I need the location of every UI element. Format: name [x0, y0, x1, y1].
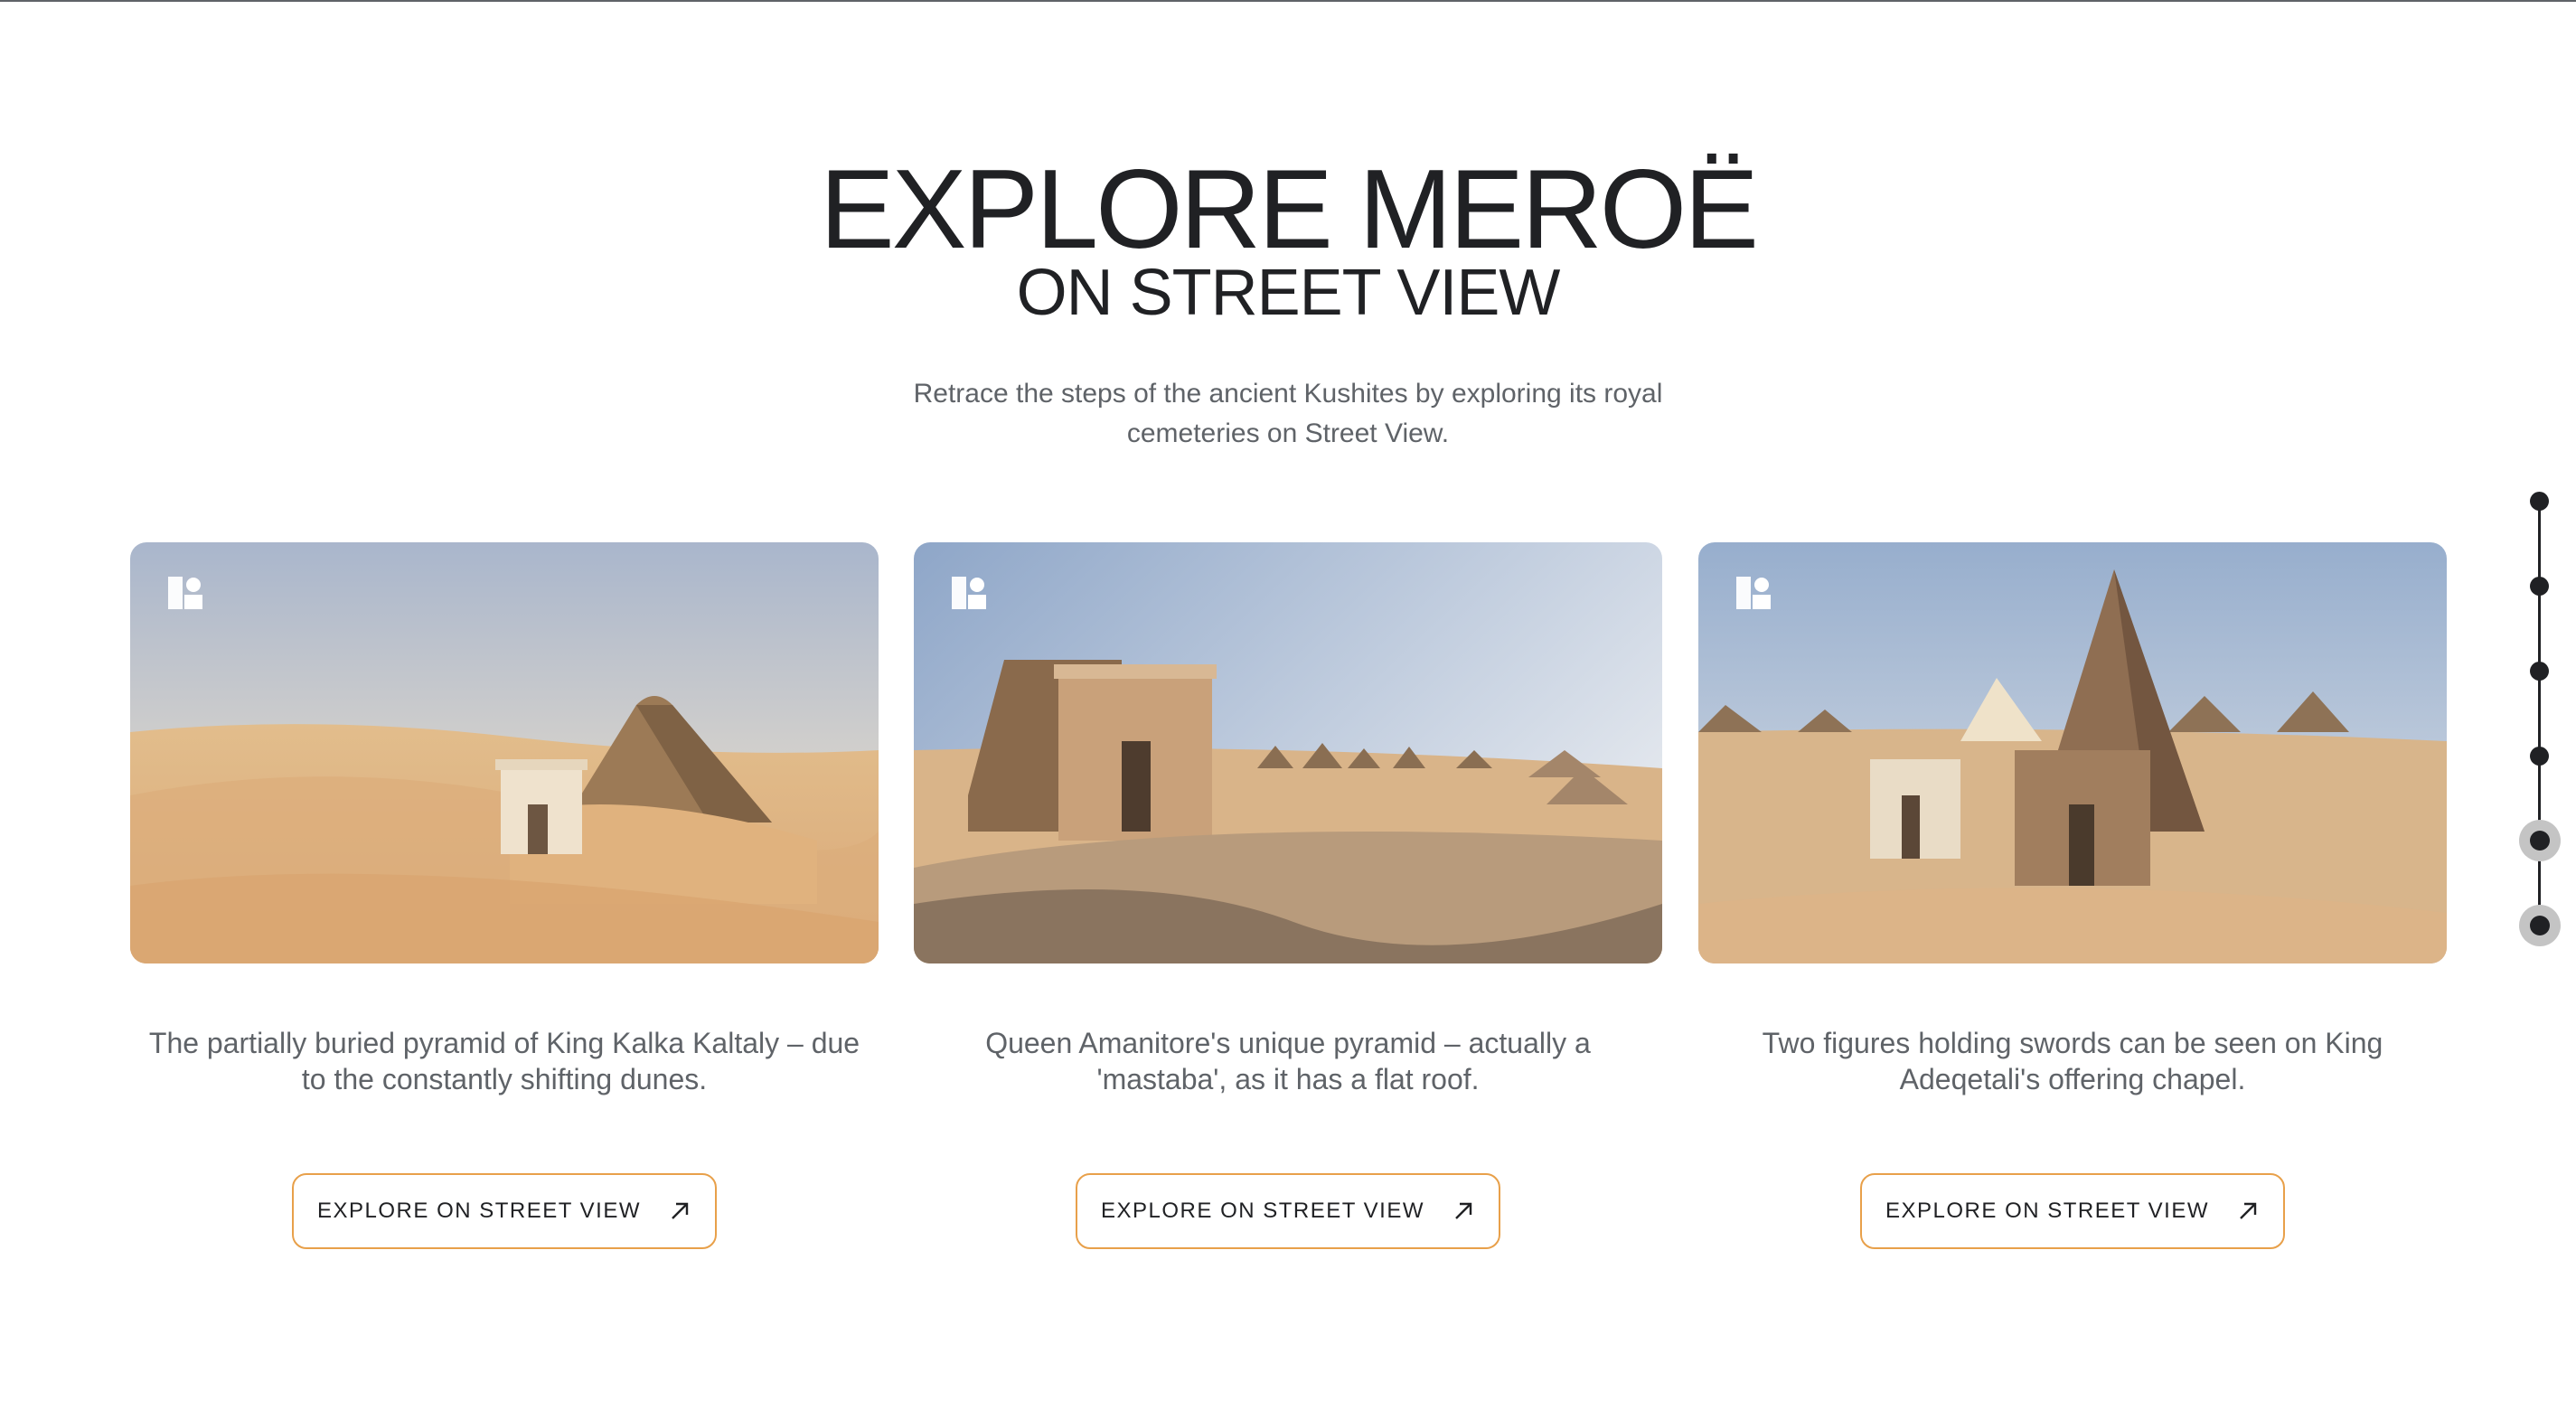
street-view-icon — [1733, 573, 1772, 613]
pyramid-chapel-image — [1698, 542, 2447, 964]
progress-dot-6[interactable] — [2519, 905, 2561, 946]
progress-dot-3[interactable] — [2530, 662, 2549, 681]
intro-text: Retrace the steps of the ancient Kushite… — [913, 379, 1663, 448]
button-label: EXPLORE ON STREET VIEW — [1101, 1198, 1424, 1223]
page-title: EXPLORE MEROË — [820, 147, 1759, 272]
button-label: EXPLORE ON STREET VIEW — [317, 1198, 641, 1223]
desert-pyramid-image — [130, 542, 879, 964]
button-label: EXPLORE ON STREET VIEW — [1885, 1198, 2209, 1223]
street-view-cards: The partially buried pyramid of King Kal… — [130, 542, 2449, 1265]
street-view-icon — [948, 573, 988, 613]
card-photo-kalka-kaltaly[interactable] — [130, 542, 879, 964]
progress-dot-4[interactable] — [2530, 747, 2549, 766]
explore-street-view-button[interactable]: EXPLORE ON STREET VIEW — [292, 1173, 717, 1249]
card-caption: Two figures holding swords can be seen o… — [1762, 1027, 2383, 1095]
card-caption: Queen Amanitore's unique pyramid – actua… — [985, 1027, 1591, 1095]
card-photo-amanitore[interactable] — [914, 542, 1662, 964]
card-caption: The partially buried pyramid of King Kal… — [148, 1027, 860, 1095]
street-view-card-2: Queen Amanitore's unique pyramid – actua… — [914, 542, 1662, 1249]
arrow-up-right-icon — [668, 1199, 691, 1223]
section-progress-nav — [2504, 488, 2576, 958]
street-view-card-1: The partially buried pyramid of King Kal… — [130, 542, 879, 1249]
explore-street-view-button[interactable]: EXPLORE ON STREET VIEW — [1076, 1173, 1500, 1249]
arrow-up-right-icon — [2236, 1199, 2260, 1223]
progress-dot-2[interactable] — [2530, 577, 2549, 596]
page-subtitle-heading: ON STREET VIEW — [1016, 257, 1561, 329]
card-photo-adeqetali[interactable] — [1698, 542, 2447, 964]
progress-dot-1[interactable] — [2530, 492, 2549, 511]
mastaba-image — [914, 542, 1662, 964]
progress-rail — [2538, 502, 2541, 935]
explore-street-view-button[interactable]: EXPLORE ON STREET VIEW — [1860, 1173, 2285, 1249]
hero-section: EXPLORE MEROË ON STREET VIEW Retrace the… — [0, 154, 2576, 454]
progress-dot-5[interactable] — [2519, 820, 2561, 861]
arrow-up-right-icon — [1452, 1199, 1475, 1223]
top-divider — [0, 0, 2576, 2]
street-view-icon — [165, 573, 204, 613]
street-view-card-3: Two figures holding swords can be seen o… — [1698, 542, 2447, 1249]
